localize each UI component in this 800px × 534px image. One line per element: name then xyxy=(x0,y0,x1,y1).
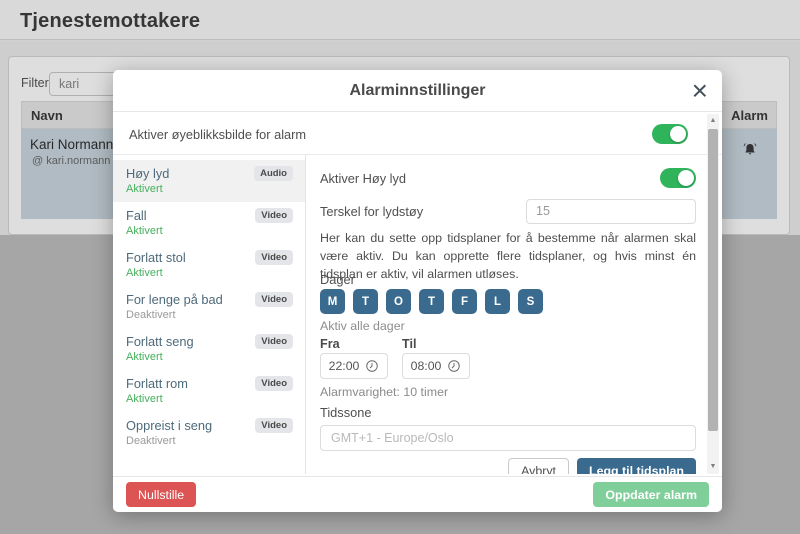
update-alarm-button[interactable]: Oppdater alarm xyxy=(593,482,709,507)
alarm-duration-text: Alarmvarighet: 10 timer xyxy=(320,385,696,400)
schedule-actions: Avbryt Legg til tidsplan xyxy=(320,458,696,474)
alarm-status: Aktivert xyxy=(126,351,293,363)
alarm-status: Aktivert xyxy=(126,225,293,237)
alarm-name: Forlatt seng xyxy=(126,334,194,349)
modal-columns: Høy lyd Audio Aktivert Fall Video Aktivert… xyxy=(113,154,722,474)
alarm-type-badge: Video xyxy=(255,376,293,391)
alarm-list: Høy lyd Audio Aktivert Fall Video Aktivert… xyxy=(113,155,306,474)
day-button-fredag[interactable]: F xyxy=(452,289,477,314)
day-button-sondag[interactable]: S xyxy=(518,289,543,314)
alarm-name: Oppreist i seng xyxy=(126,418,212,433)
scrollbar-thumb[interactable] xyxy=(708,129,718,431)
enable-alarm-label: Aktiver Høy lyd xyxy=(320,171,406,186)
clock-icon xyxy=(365,359,379,373)
modal-title: Alarminnstillinger xyxy=(113,70,722,112)
alarm-type-badge: Audio xyxy=(254,166,293,181)
alarm-item-hoy-lyd[interactable]: Høy lyd Audio Aktivert xyxy=(113,160,305,202)
alarm-type-badge: Video xyxy=(255,334,293,349)
cancel-button[interactable]: Avbryt xyxy=(508,458,569,474)
day-button-lordag[interactable]: L xyxy=(485,289,510,314)
alarm-settings-modal: Alarminnstillinger × Aktiver øyeblikksbi… xyxy=(113,70,722,512)
alarm-item-oppreist-i-seng[interactable]: Oppreist i seng Video Deaktivert xyxy=(113,412,305,454)
snapshot-toggle-row: Aktiver øyeblikksbilde for alarm xyxy=(113,112,722,154)
screen: Tjenestemottakere Filter: Navn ng Alarm … xyxy=(0,0,800,534)
day-button-torsdag[interactable]: T xyxy=(419,289,444,314)
from-to-labels: Fra Til xyxy=(320,337,696,350)
active-all-days-link[interactable]: Aktiv alle dager xyxy=(320,319,696,334)
to-label: Til xyxy=(402,337,416,350)
alarm-name: Høy lyd xyxy=(126,166,169,181)
to-time-input[interactable]: 08:00 xyxy=(402,353,470,379)
snapshot-toggle-label: Aktiver øyeblikksbilde for alarm xyxy=(129,127,306,142)
threshold-row: Terskel for lydstøy xyxy=(320,198,696,224)
alarm-status: Aktivert xyxy=(126,393,293,405)
alarm-name: Forlatt rom xyxy=(126,376,188,391)
alarm-name: Fall xyxy=(126,208,147,223)
day-button-onsdag[interactable]: O xyxy=(386,289,411,314)
alarm-item-for-lenge-pa-bad[interactable]: For lenge på bad Video Deaktivert xyxy=(113,286,305,328)
from-time-value: 22:00 xyxy=(329,359,360,373)
modal-header: Alarminnstillinger × xyxy=(113,70,722,112)
to-time-value: 08:00 xyxy=(411,359,442,373)
enable-alarm-row: Aktiver Høy lyd xyxy=(320,167,696,189)
alarm-status: Deaktivert xyxy=(126,309,293,321)
alarm-detail-panel: Aktiver Høy lyd Terskel for lydstøy Her … xyxy=(306,155,722,474)
alarm-type-badge: Video xyxy=(255,418,293,433)
from-time-input[interactable]: 22:00 xyxy=(320,353,388,379)
threshold-input[interactable] xyxy=(526,199,696,224)
alarm-status: Aktivert xyxy=(126,267,293,279)
alarm-item-forlatt-seng[interactable]: Forlatt seng Video Aktivert xyxy=(113,328,305,370)
snapshot-toggle[interactable] xyxy=(652,124,688,144)
clock-icon xyxy=(447,359,461,373)
enable-alarm-toggle[interactable] xyxy=(660,168,696,188)
alarm-type-badge: Video xyxy=(255,208,293,223)
alarm-status: Deaktivert xyxy=(126,435,293,447)
modal-footer: Nullstille Oppdater alarm xyxy=(113,476,722,512)
alarm-name: For lenge på bad xyxy=(126,292,223,307)
day-button-mandag[interactable]: M xyxy=(320,289,345,314)
modal-body: Aktiver øyeblikksbilde for alarm Høy lyd… xyxy=(113,112,722,476)
alarm-item-forlatt-stol[interactable]: Forlatt stol Video Aktivert xyxy=(113,244,305,286)
day-button-tirsdag[interactable]: T xyxy=(353,289,378,314)
scrollbar-down-arrow-icon[interactable]: ▼ xyxy=(707,461,719,473)
scrollbar-up-arrow-icon[interactable]: ▲ xyxy=(707,115,719,127)
threshold-label: Terskel for lydstøy xyxy=(320,204,423,219)
add-schedule-button[interactable]: Legg til tidsplan xyxy=(577,458,696,474)
alarm-item-fall[interactable]: Fall Video Aktivert xyxy=(113,202,305,244)
modal-scrollbar: ▲ ▼ xyxy=(707,114,719,474)
from-label: Fra xyxy=(320,337,402,350)
alarm-item-forlatt-rom[interactable]: Forlatt rom Video Aktivert xyxy=(113,370,305,412)
time-inputs-row: 22:00 08:00 xyxy=(320,353,696,379)
schedule-description: Her kan du sette opp tidsplaner for å be… xyxy=(320,230,696,266)
alarm-status: Aktivert xyxy=(126,183,293,195)
timezone-input[interactable] xyxy=(320,425,696,451)
alarm-name: Forlatt stol xyxy=(126,250,186,265)
reset-button[interactable]: Nullstille xyxy=(126,482,196,507)
timezone-label: Tidssone xyxy=(320,405,696,417)
day-buttons: M T O T F L S xyxy=(320,287,696,312)
alarm-type-badge: Video xyxy=(255,292,293,307)
close-icon[interactable]: × xyxy=(692,72,708,110)
alarm-type-badge: Video xyxy=(255,250,293,265)
